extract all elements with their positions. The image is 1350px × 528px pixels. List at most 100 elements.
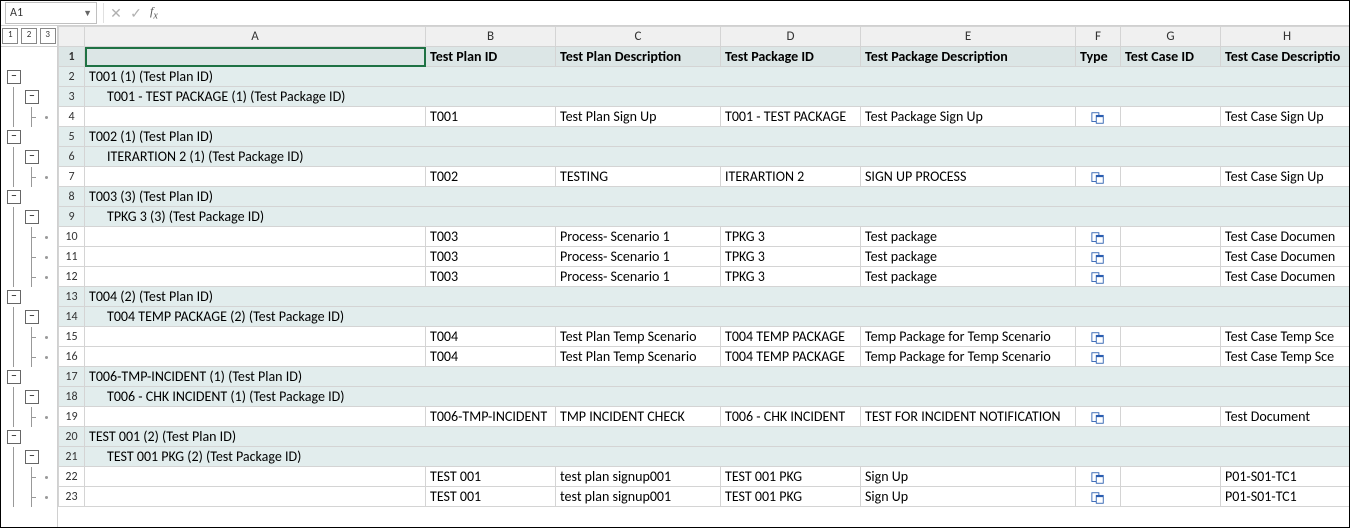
row-header[interactable]: 14 bbox=[59, 307, 85, 327]
type-icon[interactable] bbox=[1076, 227, 1121, 247]
cell[interactable]: TPKG 3 bbox=[721, 227, 861, 247]
subgroup-row[interactable]: T006 - CHK INCIDENT (1) (Test Package ID… bbox=[85, 387, 1350, 407]
cell[interactable]: T004 TEMP PACKAGE bbox=[721, 347, 861, 367]
col-header-h[interactable]: H bbox=[1221, 27, 1350, 47]
cell[interactable] bbox=[1121, 107, 1221, 127]
fx-icon[interactable]: fx bbox=[150, 4, 158, 21]
outline-collapse-icon[interactable]: − bbox=[7, 370, 21, 384]
header-cell-c[interactable]: Test Plan Description bbox=[556, 47, 721, 67]
type-icon[interactable] bbox=[1076, 467, 1121, 487]
row-header[interactable]: 18 bbox=[59, 387, 85, 407]
type-icon[interactable] bbox=[1076, 267, 1121, 287]
outline-collapse-icon[interactable]: − bbox=[25, 310, 39, 324]
cell[interactable]: TEST 001 bbox=[426, 467, 556, 487]
outline-collapse-icon[interactable]: − bbox=[25, 90, 39, 104]
header-cell-h[interactable]: Test Case Descriptio bbox=[1221, 47, 1350, 67]
cell[interactable] bbox=[1121, 347, 1221, 367]
cell[interactable]: Test package bbox=[861, 267, 1076, 287]
cell[interactable]: Test package bbox=[861, 227, 1076, 247]
col-header-a[interactable]: A bbox=[85, 27, 426, 47]
row-header[interactable]: 7 bbox=[59, 167, 85, 187]
header-cell-e[interactable]: Test Package Description bbox=[861, 47, 1076, 67]
type-icon[interactable] bbox=[1076, 347, 1121, 367]
cell[interactable]: T006-TMP-INCIDENT bbox=[426, 407, 556, 427]
row-header[interactable]: 16 bbox=[59, 347, 85, 367]
row-header[interactable]: 13 bbox=[59, 287, 85, 307]
cell[interactable]: Test Plan Temp Scenario bbox=[556, 327, 721, 347]
cell[interactable]: Test Plan Temp Scenario bbox=[556, 347, 721, 367]
type-icon[interactable] bbox=[1076, 167, 1121, 187]
row-header[interactable]: 4 bbox=[59, 107, 85, 127]
cell[interactable]: T003 bbox=[426, 227, 556, 247]
outline-collapse-icon[interactable]: − bbox=[25, 210, 39, 224]
enter-icon[interactable]: ✓ bbox=[126, 5, 146, 22]
select-all-corner[interactable] bbox=[59, 27, 85, 47]
cell[interactable]: TMP INCIDENT CHECK bbox=[556, 407, 721, 427]
row-header[interactable]: 15 bbox=[59, 327, 85, 347]
cell[interactable] bbox=[1121, 487, 1221, 507]
outline-collapse-icon[interactable]: − bbox=[7, 130, 21, 144]
subgroup-row[interactable]: TPKG 3 (3) (Test Package ID) bbox=[85, 207, 1350, 227]
row-header[interactable]: 3 bbox=[59, 87, 85, 107]
header-cell-g[interactable]: Test Case ID bbox=[1121, 47, 1221, 67]
cell[interactable]: T001 bbox=[426, 107, 556, 127]
cell[interactable]: Test Plan Sign Up bbox=[556, 107, 721, 127]
cell[interactable] bbox=[1121, 327, 1221, 347]
cell[interactable]: test plan signup001 bbox=[556, 487, 721, 507]
cell[interactable]: Test Case Sign Up bbox=[1221, 167, 1350, 187]
cell[interactable]: Sign Up bbox=[861, 487, 1076, 507]
outline-level-2[interactable]: 2 bbox=[21, 28, 37, 44]
type-icon[interactable] bbox=[1076, 487, 1121, 507]
group-row[interactable]: T004 (2) (Test Plan ID) bbox=[85, 287, 1350, 307]
outline-collapse-icon[interactable]: − bbox=[7, 290, 21, 304]
col-header-g[interactable]: G bbox=[1121, 27, 1221, 47]
cell[interactable] bbox=[1121, 167, 1221, 187]
cell[interactable]: TESTING bbox=[556, 167, 721, 187]
cell[interactable]: T004 TEMP PACKAGE bbox=[721, 327, 861, 347]
cell[interactable] bbox=[85, 267, 426, 287]
cell[interactable]: Sign Up bbox=[861, 467, 1076, 487]
outline-level-1[interactable]: 1 bbox=[2, 28, 18, 44]
group-row[interactable]: T006-TMP-INCIDENT (1) (Test Plan ID) bbox=[85, 367, 1350, 387]
group-row[interactable]: TEST 001 (2) (Test Plan ID) bbox=[85, 427, 1350, 447]
row-header[interactable]: 2 bbox=[59, 67, 85, 87]
cell[interactable] bbox=[85, 327, 426, 347]
outline-collapse-icon[interactable]: − bbox=[25, 390, 39, 404]
cell[interactable] bbox=[1121, 467, 1221, 487]
subgroup-row[interactable]: ITERARTION 2 (1) (Test Package ID) bbox=[85, 147, 1350, 167]
subgroup-row[interactable]: T004 TEMP PACKAGE (2) (Test Package ID) bbox=[85, 307, 1350, 327]
cell[interactable]: Test Package Sign Up bbox=[861, 107, 1076, 127]
cell[interactable]: Test Case Temp Sce bbox=[1221, 347, 1350, 367]
cell[interactable]: TEST 001 PKG bbox=[721, 467, 861, 487]
group-row[interactable]: T001 (1) (Test Plan ID) bbox=[85, 67, 1350, 87]
row-header[interactable]: 23 bbox=[59, 487, 85, 507]
row-header[interactable]: 22 bbox=[59, 467, 85, 487]
cell[interactable] bbox=[85, 487, 426, 507]
row-header[interactable]: 5 bbox=[59, 127, 85, 147]
formula-input[interactable] bbox=[162, 3, 1349, 23]
row-header[interactable]: 10 bbox=[59, 227, 85, 247]
cell[interactable]: Temp Package for Temp Scenario bbox=[861, 327, 1076, 347]
row-header[interactable]: 17 bbox=[59, 367, 85, 387]
cell[interactable]: Test Case Sign Up bbox=[1221, 107, 1350, 127]
outline-collapse-icon[interactable]: − bbox=[7, 190, 21, 204]
row-header[interactable]: 19 bbox=[59, 407, 85, 427]
cell[interactable]: SIGN UP PROCESS bbox=[861, 167, 1076, 187]
cell[interactable] bbox=[85, 107, 426, 127]
subgroup-row[interactable]: T001 - TEST PACKAGE (1) (Test Package ID… bbox=[85, 87, 1350, 107]
col-header-f[interactable]: F bbox=[1076, 27, 1121, 47]
group-row[interactable]: T003 (3) (Test Plan ID) bbox=[85, 187, 1350, 207]
col-header-b[interactable]: B bbox=[426, 27, 556, 47]
cell[interactable]: Test Document bbox=[1221, 407, 1350, 427]
cell[interactable]: T001 - TEST PACKAGE bbox=[721, 107, 861, 127]
cell[interactable]: test plan signup001 bbox=[556, 467, 721, 487]
cell[interactable] bbox=[1121, 247, 1221, 267]
cell[interactable]: TEST FOR INCIDENT NOTIFICATION bbox=[861, 407, 1076, 427]
cell[interactable]: Process- Scenario 1 bbox=[556, 227, 721, 247]
outline-collapse-icon[interactable]: − bbox=[25, 450, 39, 464]
chevron-down-icon[interactable]: ▼ bbox=[83, 8, 92, 19]
cell[interactable]: T004 bbox=[426, 327, 556, 347]
type-icon[interactable] bbox=[1076, 107, 1121, 127]
cell[interactable]: P01-S01-TC1 bbox=[1221, 487, 1350, 507]
cell[interactable] bbox=[85, 227, 426, 247]
